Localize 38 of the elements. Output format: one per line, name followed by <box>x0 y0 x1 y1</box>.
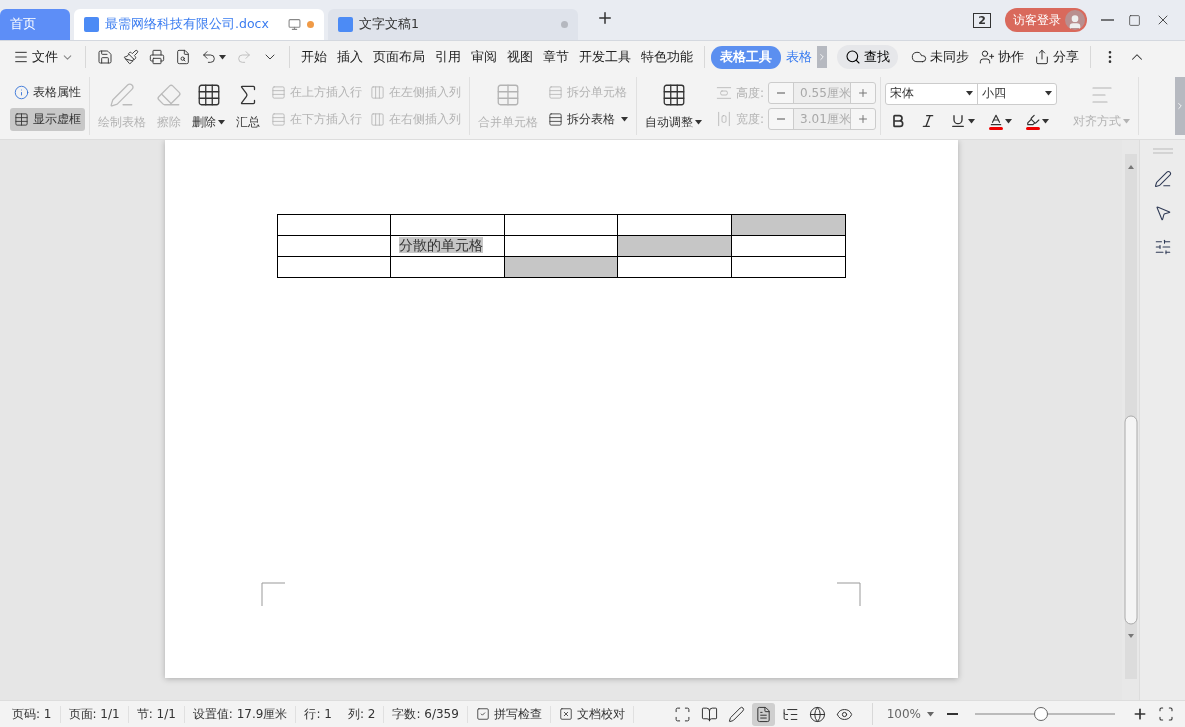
ribbon-toggle[interactable]: 显示虚框 <box>10 108 85 131</box>
document-tab[interactable]: 文字文稿1 <box>328 9 578 40</box>
search-button[interactable]: 查找 <box>837 45 898 69</box>
ribbon-tab[interactable]: 页面布局 <box>368 45 430 69</box>
ribbon-tab[interactable]: 引用 <box>430 45 466 69</box>
status-text: 设置值: 17.9厘米 <box>184 705 297 723</box>
ribbon-button[interactable]: 拆分表格 <box>544 108 632 131</box>
toolbar-action[interactable]: 协作 <box>974 45 1029 69</box>
status-text: 节: 1/1 <box>128 705 185 723</box>
ribbon-button[interactable]: 汇总 <box>231 79 265 133</box>
status-text: 字数: 6/359 <box>384 705 468 723</box>
ribbon-tab[interactable]: 表格 <box>781 45 817 69</box>
toolbar-action[interactable]: 分享 <box>1029 45 1084 69</box>
status-text: 页码: 1 <box>4 705 61 723</box>
status-text: 列: 2 <box>339 705 385 723</box>
ribbon-tab[interactable]: 视图 <box>502 45 538 69</box>
ribbon-tab[interactable]: 开发工具 <box>574 45 636 69</box>
autofit-button[interactable]: 自动调整 <box>641 79 706 133</box>
document-tab[interactable]: 最需网络科技有限公司.docx <box>74 9 324 40</box>
ribbon-tab[interactable]: 开始 <box>296 45 332 69</box>
toolbar-action[interactable]: 未同步 <box>906 45 974 69</box>
status-text: 行: 1 <box>303 705 333 723</box>
field-label: 高度: <box>736 84 765 102</box>
ribbon-tab[interactable]: 审阅 <box>466 45 502 69</box>
ribbon-tab[interactable]: 章节 <box>538 45 574 69</box>
ribbon-toggle[interactable]: 表格属性 <box>10 81 85 104</box>
font-family-dropdown[interactable]: 宋体 <box>886 83 979 104</box>
status-button[interactable]: 拼写检查 <box>467 705 551 723</box>
window-count-badge[interactable]: 2 <box>973 12 991 28</box>
ribbon-tab[interactable]: 特色功能 <box>636 45 698 69</box>
status-button[interactable]: 文档校对 <box>550 705 634 723</box>
font-size-dropdown[interactable]: 小四 <box>978 83 1057 104</box>
status-text: 页面: 1/1 <box>60 705 129 723</box>
file-menu[interactable]: 文件 <box>8 45 79 69</box>
zoom-dropdown[interactable]: 100% <box>878 707 942 721</box>
ribbon-button[interactable]: 删除 <box>188 79 229 133</box>
ribbon-tab[interactable]: 插入 <box>332 45 368 69</box>
field-label: 宽度: <box>736 110 765 128</box>
